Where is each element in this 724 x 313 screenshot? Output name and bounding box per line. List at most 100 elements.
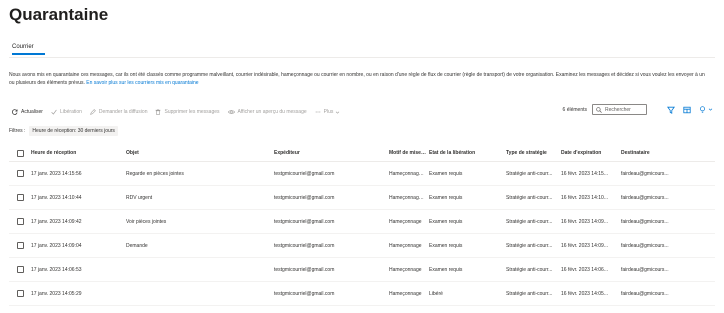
- row-checkbox[interactable]: [17, 170, 24, 177]
- cell-reason: Hameçonnage: [389, 242, 422, 249]
- columns-icon: [683, 106, 691, 113]
- cell-policy-type: Stratégie anti-courr...: [506, 218, 553, 225]
- tab-divider: [9, 57, 715, 58]
- row-select-cell: [9, 194, 31, 201]
- row-select-cell: [9, 218, 31, 225]
- table-row[interactable]: 17 janv. 2023 14:06:53 testgmicourriel@g…: [9, 258, 715, 282]
- edit-icon: [90, 109, 96, 115]
- lightbulb-icon: [700, 106, 705, 113]
- cell-received: 17 janv. 2023 14:15:56: [31, 170, 82, 177]
- cell-policy-type: Stratégie anti-courr...: [506, 170, 553, 177]
- row-checkbox[interactable]: [17, 266, 24, 273]
- row-checkbox[interactable]: [17, 218, 24, 225]
- column-header-sender[interactable]: Expéditeur: [274, 150, 389, 156]
- row-select-cell: [9, 290, 31, 297]
- page-title: Quarantaine: [9, 5, 109, 24]
- cell-policy-type: Stratégie anti-courr...: [506, 242, 553, 249]
- select-all-checkbox[interactable]: [17, 149, 24, 157]
- filter-bar: Filtres : Heure de réception: 30 dernier…: [9, 126, 118, 136]
- cell-expiration: 16 févr. 2023 14:15...: [561, 170, 608, 177]
- cell-recipient: fairdeau@gmicours...: [621, 290, 669, 297]
- search-placeholder: Rechercher: [605, 106, 631, 113]
- cell-release-status: Examen requis: [429, 266, 463, 273]
- cell-sender: testgmicourriel@gmail.com: [274, 170, 335, 177]
- row-select-cell: [9, 242, 31, 249]
- table-row[interactable]: 17 janv. 2023 14:15:56 Regarde en pièces…: [9, 162, 715, 186]
- row-checkbox[interactable]: [17, 242, 24, 249]
- cell-received: 17 janv. 2023 14:09:42: [31, 218, 82, 225]
- learn-more-link[interactable]: En savoir plus sur les courriers mis en …: [86, 80, 198, 86]
- filter-button[interactable]: [667, 106, 675, 114]
- column-header-received[interactable]: Heure de réception: [31, 150, 126, 156]
- cell-sender: testgmicourriel@gmail.com: [274, 242, 335, 249]
- column-header-recipient[interactable]: Destinataire: [621, 150, 671, 156]
- cell-reason: Hameçonnage à ha...: [389, 194, 429, 201]
- tab-courrier[interactable]: Courrier: [12, 44, 34, 50]
- cell-recipient: fairdeau@gmicours...: [621, 170, 669, 177]
- trash-icon: [156, 109, 161, 115]
- cell-sender: testgmicourriel@gmail.com: [274, 194, 335, 201]
- release-button[interactable]: Libération: [51, 109, 82, 115]
- cell-sender: testgmicourriel@gmail.com: [274, 218, 335, 225]
- cell-recipient: fairdeau@gmicours...: [621, 242, 669, 249]
- row-select-cell: [9, 170, 31, 177]
- refresh-icon: [12, 109, 18, 115]
- view-options-button[interactable]: [699, 106, 713, 113]
- customize-columns-button[interactable]: [683, 106, 691, 114]
- column-header-release-status[interactable]: État de la libération: [429, 150, 506, 156]
- preview-message-button[interactable]: Afficher un aperçu du message: [227, 109, 307, 115]
- cell-reason: Hameçonnage: [389, 218, 422, 225]
- table-row[interactable]: 17 janv. 2023 14:09:42 Voir pièces joint…: [9, 210, 715, 234]
- cell-received: 17 janv. 2023 14:10:44: [31, 194, 82, 201]
- table-row[interactable]: 17 janv. 2023 14:09:04 Demande testgmico…: [9, 234, 715, 258]
- cell-subject: Demande: [126, 242, 148, 249]
- delete-messages-button[interactable]: Supprimer les messages: [155, 109, 220, 115]
- ellipsis-icon: [315, 111, 320, 113]
- select-all-cell: [9, 149, 31, 157]
- search-input[interactable]: Rechercher: [592, 104, 647, 115]
- item-count: 6 éléments: [562, 106, 587, 113]
- row-checkbox[interactable]: [17, 290, 24, 297]
- cell-recipient: fairdeau@gmicours...: [621, 218, 669, 225]
- chevron-down-icon: [708, 108, 713, 111]
- cell-recipient: fairdeau@gmicours...: [621, 194, 669, 201]
- quarantine-description: Nous avons mis en quarantaine ces messag…: [9, 72, 709, 87]
- filter-icon: [667, 106, 675, 114]
- cell-sender: testgmicourriel@gmail.com: [274, 290, 335, 297]
- cell-reason: Hameçonnage: [389, 290, 422, 297]
- cell-policy-type: Stratégie anti-courr...: [506, 266, 553, 273]
- search-bar-area: 6 éléments Rechercher: [563, 104, 713, 115]
- cell-release-status: Examen requis: [429, 194, 463, 201]
- quarantine-table: Heure de réception Objet Expéditeur Moti…: [9, 145, 715, 306]
- refresh-label: Actualiser: [21, 109, 43, 115]
- refresh-button[interactable]: Actualiser: [12, 109, 43, 115]
- command-bar: Actualiser Libération Demander la diffus…: [12, 107, 351, 117]
- cell-subject: RDV urgent: [126, 194, 153, 201]
- column-header-expiration[interactable]: Date d'expiration: [561, 150, 621, 156]
- release-label: Libération: [59, 109, 82, 115]
- preview-message-label: Afficher un aperçu du message: [237, 109, 307, 115]
- column-header-subject[interactable]: Objet: [126, 150, 274, 156]
- table-header: Heure de réception Objet Expéditeur Moti…: [9, 145, 715, 162]
- more-button[interactable]: Plus: [315, 109, 344, 115]
- column-header-reason[interactable]: Motif de mise en ...: [389, 150, 429, 156]
- cell-expiration: 16 févr. 2023 14:09...: [561, 218, 608, 225]
- filter-chip-received-time[interactable]: Heure de réception: 30 derniers jours: [29, 126, 118, 136]
- table-row[interactable]: 17 janv. 2023 14:10:44 RDV urgent testgm…: [9, 186, 715, 210]
- cell-policy-type: Stratégie anti-courr...: [506, 194, 553, 201]
- chevron-down-icon: [336, 111, 340, 114]
- cell-sender: testgmicourriel@gmail.com: [274, 266, 335, 273]
- cell-received: 17 janv. 2023 14:05:29: [31, 290, 82, 297]
- row-checkbox[interactable]: [17, 194, 24, 201]
- column-header-policy-type[interactable]: Type de stratégie: [506, 150, 561, 156]
- row-select-cell: [9, 266, 31, 273]
- table-row[interactable]: 17 janv. 2023 14:05:29 testgmicourriel@g…: [9, 282, 715, 306]
- cell-release-status: Examen requis: [429, 170, 463, 177]
- cell-subject: Regarde en pièces jointes: [126, 170, 184, 177]
- cell-release-status: Examen requis: [429, 242, 463, 249]
- cell-reason: Hameçonnage: [389, 266, 422, 273]
- cell-received: 17 janv. 2023 14:06:53: [31, 266, 82, 273]
- cell-subject: Voir pièces jointes: [126, 218, 167, 225]
- request-release-button[interactable]: Demander la diffusion: [90, 109, 147, 115]
- cell-policy-type: Stratégie anti-courr...: [506, 290, 553, 297]
